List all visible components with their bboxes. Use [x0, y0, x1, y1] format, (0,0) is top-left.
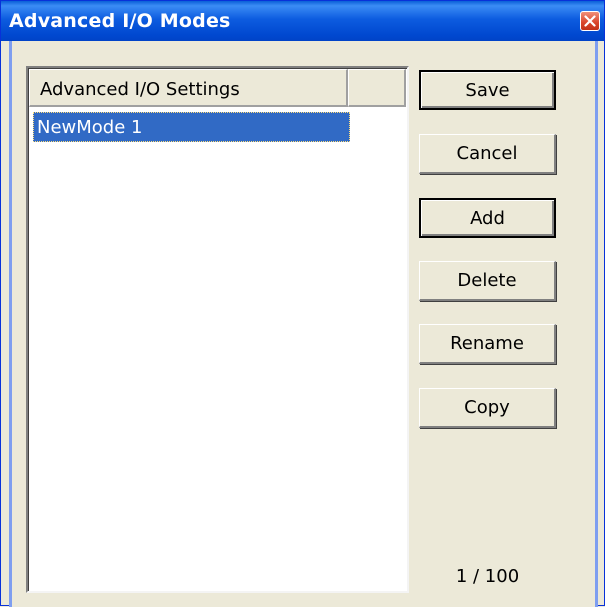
close-button[interactable] — [580, 11, 600, 31]
delete-button[interactable]: Delete — [419, 261, 556, 301]
title-bar[interactable]: Advanced I/O Modes — [1, 1, 604, 41]
column-header-settings[interactable]: Advanced I/O Settings — [29, 69, 348, 107]
list-item[interactable]: NewMode 1 — [33, 112, 350, 142]
cancel-button[interactable]: Cancel — [419, 134, 556, 174]
window-title: Advanced I/O Modes — [9, 10, 231, 32]
rename-button[interactable]: Rename — [419, 324, 556, 364]
mode-count-label: 1 / 100 — [455, 566, 520, 587]
modes-list[interactable]: Advanced I/O Settings NewMode 1 — [26, 66, 409, 593]
copy-button[interactable]: Copy — [419, 388, 556, 428]
column-header-blank[interactable] — [348, 69, 406, 107]
save-button[interactable]: Save — [419, 70, 556, 110]
list-header: Advanced I/O Settings — [29, 69, 406, 107]
close-icon — [584, 15, 596, 27]
add-button[interactable]: Add — [419, 198, 556, 238]
